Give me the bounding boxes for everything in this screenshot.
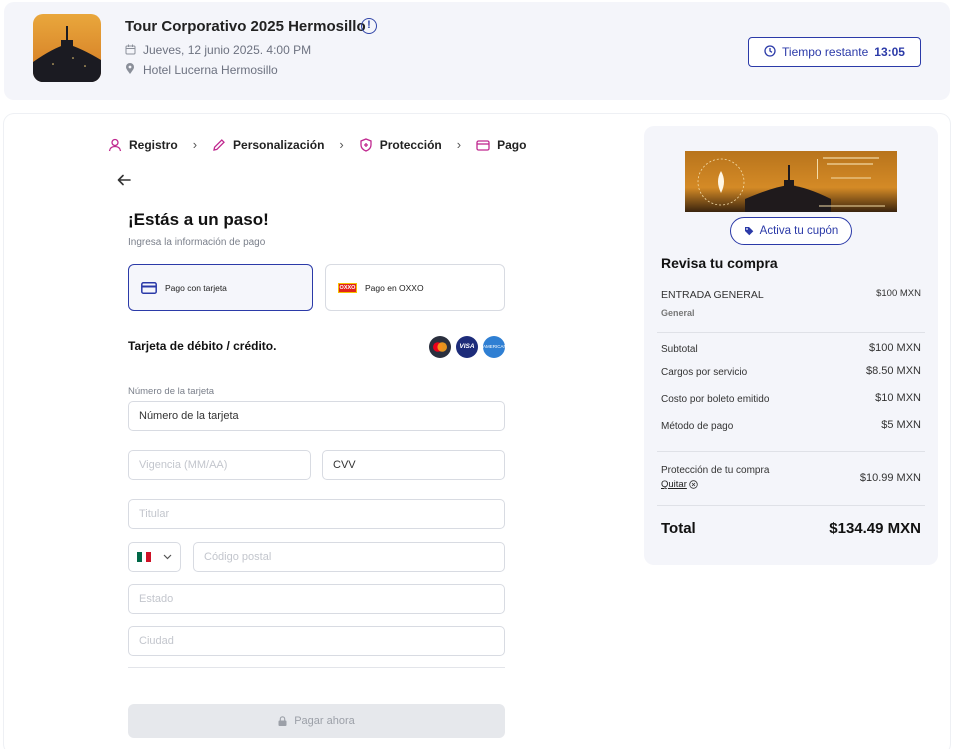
ticket-name: ENTRADA GENERAL bbox=[661, 289, 764, 301]
shield-plus-icon bbox=[360, 137, 372, 152]
event-banner bbox=[685, 151, 897, 212]
step-label: Protección bbox=[379, 137, 442, 152]
activate-coupon-button[interactable]: Activa tu cupón bbox=[730, 217, 852, 245]
ticket-fee-label: Costo por boleto emitido bbox=[661, 394, 770, 405]
step-pago[interactable]: Pago bbox=[476, 138, 526, 152]
chevron-right-icon: › bbox=[456, 137, 462, 152]
visa-logo: VISA bbox=[456, 336, 478, 358]
tag-icon bbox=[744, 227, 753, 236]
ticket-fee-value: $10 MXN bbox=[875, 392, 921, 404]
credit-card-icon bbox=[476, 139, 490, 151]
step-label: Personalización bbox=[233, 137, 325, 152]
card-section-title: Tarjeta de débito / crédito. bbox=[128, 339, 277, 353]
back-arrow-icon[interactable] bbox=[116, 172, 132, 193]
oxxo-logo: OXXO bbox=[338, 282, 357, 293]
mexico-flag-icon bbox=[137, 552, 152, 562]
event-date-text: Jueves, 12 junio 2025. 4:00 PM bbox=[143, 43, 312, 57]
remove-protection-label: Quitar bbox=[661, 479, 687, 490]
event-date: Jueves, 12 junio 2025. 4:00 PM bbox=[125, 43, 311, 58]
pay-with-oxxo-option[interactable]: OXXO Pago en OXXO bbox=[325, 264, 505, 311]
summary-divider bbox=[657, 332, 925, 333]
calendar-icon bbox=[125, 44, 137, 58]
pay-now-button[interactable]: Pagar ahora bbox=[128, 704, 505, 738]
step-registro[interactable]: Registro bbox=[108, 138, 178, 152]
pay-with-card-option[interactable]: Pago con tarjeta bbox=[128, 264, 313, 311]
subtotal-value: $100 MXN bbox=[869, 342, 921, 354]
service-fee-value: $8.50 MXN bbox=[865, 365, 921, 377]
payment-method-fee-label: Método de pago bbox=[661, 421, 734, 432]
page-heading: ¡Estás a un paso! bbox=[128, 210, 269, 229]
activate-coupon-label: Activa tu cupón bbox=[759, 225, 839, 237]
step-label: Pago bbox=[497, 137, 527, 152]
pencil-icon bbox=[213, 138, 225, 151]
service-fee-label: Cargos por servicio bbox=[661, 367, 748, 378]
total-value: $134.49 MXN bbox=[829, 520, 921, 537]
chevron-down-icon bbox=[163, 554, 172, 560]
chevron-right-icon: › bbox=[192, 137, 198, 152]
summary-title: Revisa tu compra bbox=[661, 255, 778, 271]
step-personalizacion[interactable]: Personalización bbox=[212, 138, 324, 152]
timer-value: 13:05 bbox=[874, 45, 905, 59]
postal-code-input[interactable]: Código postal bbox=[193, 542, 505, 572]
total-label: Total bbox=[661, 520, 696, 537]
protection-value: $10.99 MXN bbox=[859, 472, 921, 484]
country-select[interactable] bbox=[128, 542, 181, 572]
summary-divider bbox=[657, 451, 925, 452]
card-number-label: Número de la tarjeta bbox=[128, 386, 215, 397]
pay-with-card-label: Pago con tarjeta bbox=[165, 282, 227, 293]
cardholder-input[interactable]: Titular bbox=[128, 499, 505, 529]
event-venue-text: Hotel Lucerna Hermosillo bbox=[143, 63, 278, 77]
ticket-type: General bbox=[661, 308, 695, 318]
clock-icon bbox=[764, 44, 776, 60]
user-icon bbox=[108, 138, 122, 151]
cvv-input[interactable]: CVV bbox=[322, 450, 505, 480]
divider bbox=[128, 667, 505, 668]
city-input[interactable]: Ciudad bbox=[128, 626, 505, 656]
event-venue: Hotel Lucerna Hermosillo bbox=[125, 63, 278, 78]
payment-method-fee-value: $5 MXN bbox=[881, 419, 921, 431]
pay-with-oxxo-label: Pago en OXXO bbox=[365, 282, 424, 293]
amex-logo: AMERICAN EXPRESS bbox=[483, 336, 507, 371]
ticket-price: $100 MXN bbox=[876, 288, 921, 299]
step-label: Registro bbox=[129, 137, 178, 152]
credit-card-icon bbox=[141, 281, 157, 294]
step-proteccion[interactable]: Protección bbox=[359, 138, 442, 152]
summary-divider bbox=[657, 505, 925, 506]
state-input[interactable]: Estado bbox=[128, 584, 505, 614]
checkout-steps: Registro › Personalización › Protección … bbox=[108, 137, 526, 152]
event-title: Tour Corporativo 2025 Hermosillo bbox=[125, 18, 366, 35]
chevron-right-icon: › bbox=[339, 137, 344, 152]
remove-protection-link[interactable]: Quitar bbox=[661, 479, 698, 490]
time-remaining-button[interactable]: Tiempo restante 13:05 bbox=[748, 37, 921, 67]
page-subheading: Ingresa la información de pago bbox=[128, 237, 266, 248]
subtotal-label: Subtotal bbox=[661, 344, 698, 355]
protection-label: Protección de tu compra bbox=[661, 465, 770, 476]
info-icon[interactable]: ! bbox=[361, 18, 377, 34]
lock-icon bbox=[278, 716, 287, 726]
timer-label: Tiempo restante bbox=[782, 45, 869, 59]
event-thumbnail bbox=[33, 14, 101, 82]
card-number-input[interactable]: Número de la tarjeta bbox=[128, 401, 505, 431]
expiry-input[interactable]: Vigencia (MM/AA) bbox=[128, 450, 311, 480]
location-pin-icon bbox=[125, 63, 137, 78]
mastercard-logo bbox=[429, 336, 451, 358]
pay-now-label: Pagar ahora bbox=[294, 715, 355, 727]
close-circle-icon bbox=[689, 480, 698, 489]
